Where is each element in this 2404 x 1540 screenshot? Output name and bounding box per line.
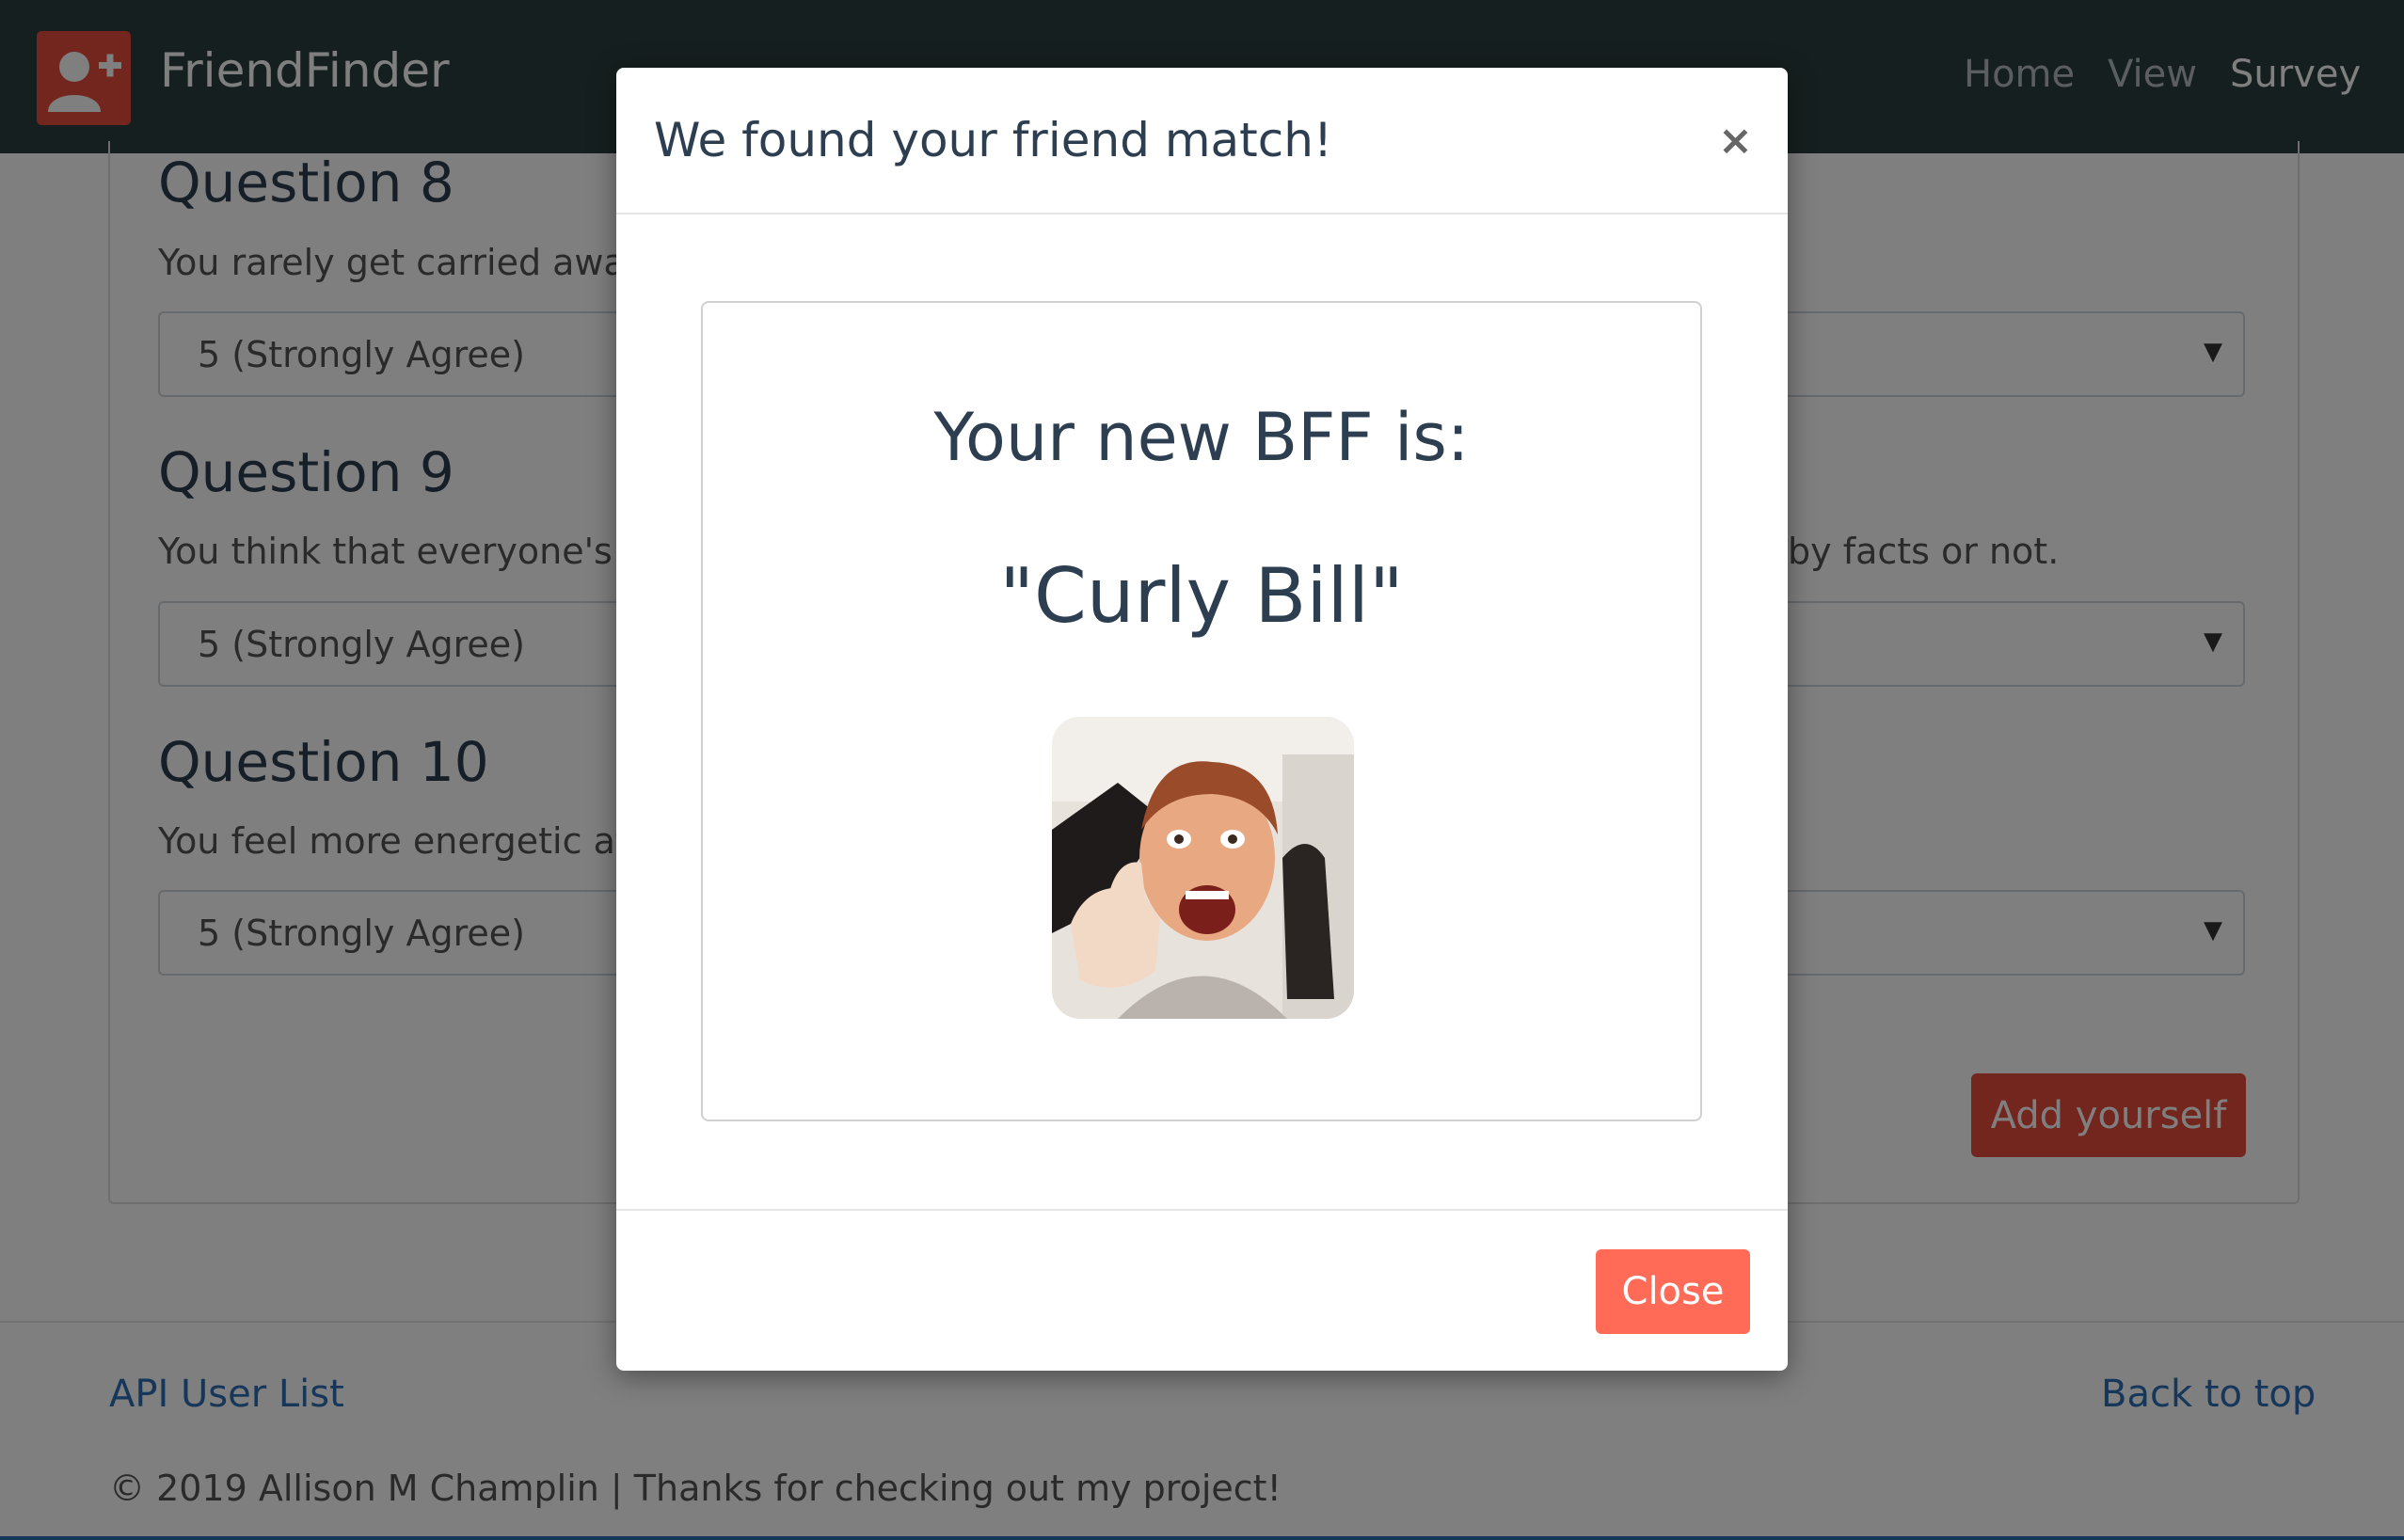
friend-photo: [1052, 717, 1354, 1019]
bff-name: "Curly Bill": [999, 552, 1404, 640]
bff-label: Your new BFF is:: [933, 399, 1470, 476]
close-icon[interactable]: ×: [1718, 117, 1753, 165]
match-modal: We found your friend match! × Your new B…: [616, 68, 1788, 1371]
modal-title: We found your friend match!: [654, 113, 1332, 167]
match-card: Your new BFF is: "Curly Bill": [701, 301, 1702, 1121]
close-button[interactable]: Close: [1596, 1249, 1750, 1334]
modal-header-divider: [616, 213, 1788, 214]
modal-footer-divider: [616, 1209, 1788, 1211]
